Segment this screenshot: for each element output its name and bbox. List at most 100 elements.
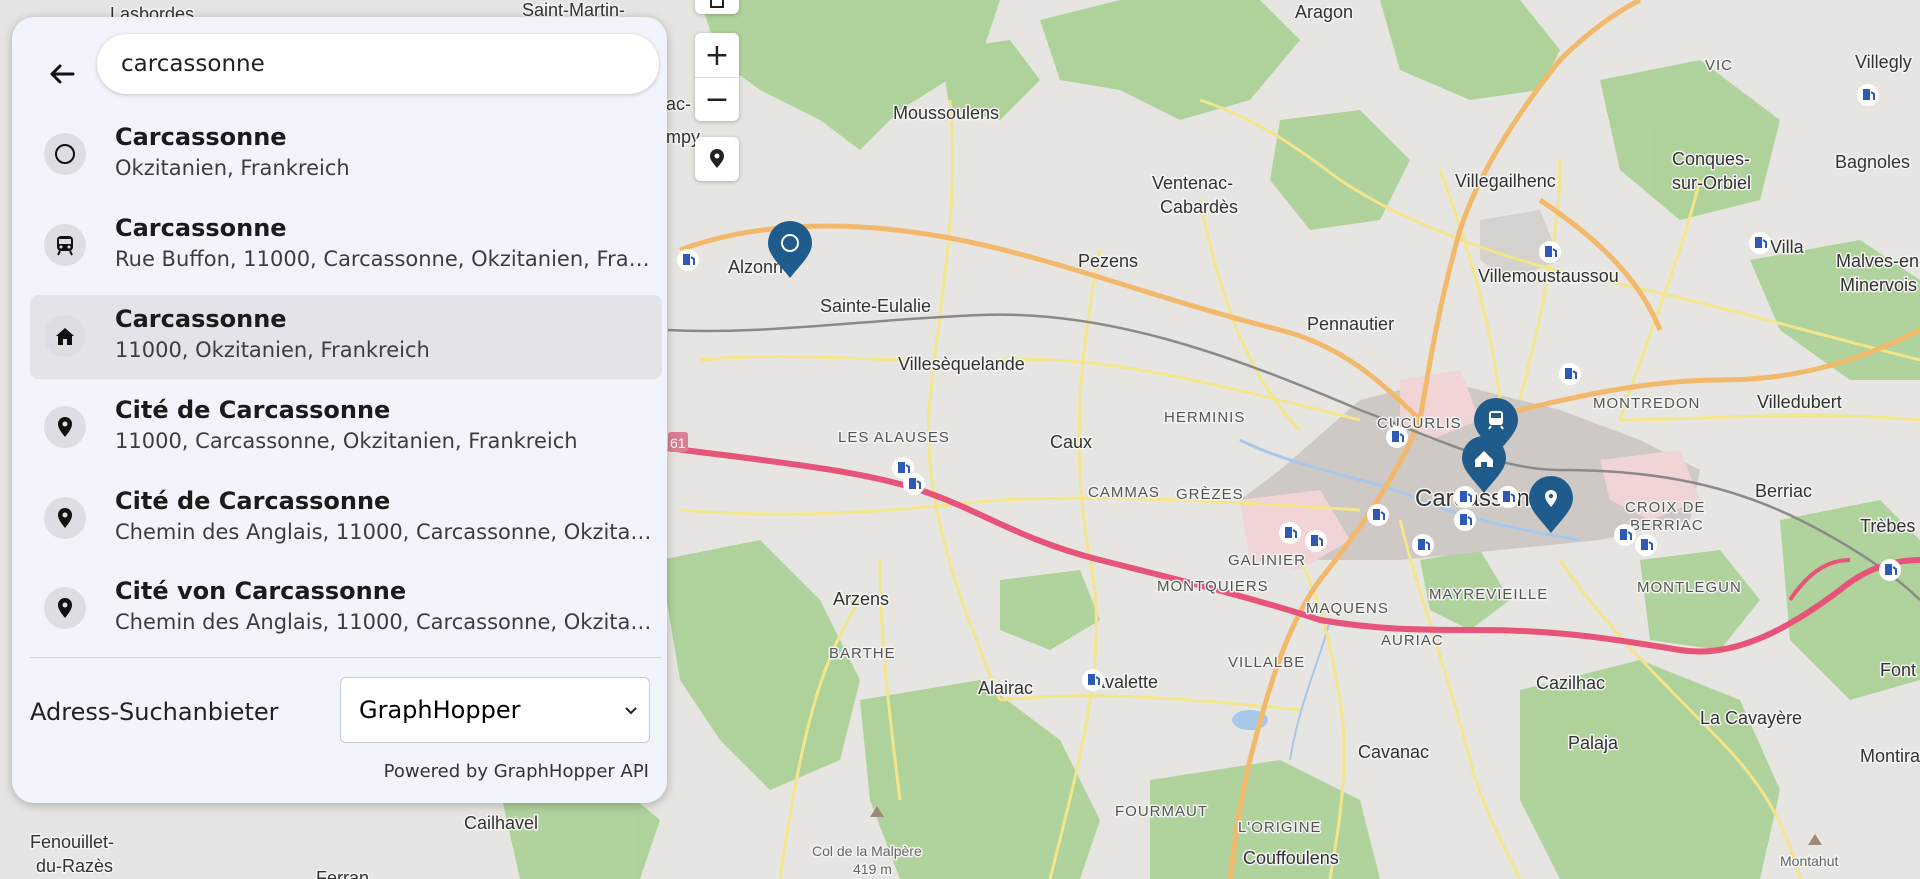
result-subtitle: Rue Buffon, 11000, Carcassonne, Okzitani…: [115, 247, 655, 271]
label-pezens: Pezens: [1078, 251, 1138, 271]
label-fourmaut: FOURMAUT: [1115, 803, 1208, 820]
label-pennautier: Pennautier: [1307, 314, 1394, 334]
label-fontiers: Font: [1880, 660, 1916, 680]
label-couffoulens: Couffoulens: [1243, 848, 1339, 868]
divider: [30, 657, 662, 658]
label-montquiers: MONTQUIERS: [1157, 578, 1269, 595]
provider-select[interactable]: GraphHopper: [340, 677, 650, 743]
label-galinier: GALINIER: [1228, 552, 1306, 569]
label-barthe: BARTHE: [829, 645, 896, 662]
label-auriac: AURIAC: [1381, 632, 1444, 649]
result-icon: [44, 224, 86, 266]
label-villegly: Villegly: [1855, 52, 1912, 72]
label-ventenac: Ventenac-: [1152, 173, 1233, 193]
label-vic: VIC: [1705, 57, 1733, 74]
label-villesequelande: Villesèquelande: [898, 354, 1025, 374]
label-berriac: Berriac: [1755, 481, 1812, 501]
zoom-in-button[interactable]: +: [695, 33, 739, 77]
label-trebes: Trèbes: [1860, 516, 1915, 536]
label-grezes: GRÈZES: [1176, 486, 1244, 503]
pin-icon: [58, 508, 72, 528]
powered-by-text: Powered by GraphHopper API: [383, 761, 649, 782]
label-villalbe: VILLALBE: [1228, 654, 1305, 671]
train-icon: [57, 236, 73, 256]
label-les-alauses: LES ALAUSES: [838, 429, 950, 446]
label-cabardes: Cabardès: [1160, 197, 1238, 217]
label-cammas: CAMMAS: [1088, 484, 1160, 501]
label-sur-orbiel: sur-Orbiel: [1672, 173, 1751, 193]
result-subtitle: Okzitanien, Frankreich: [115, 156, 350, 180]
result-icon: [44, 133, 86, 175]
result-subtitle: 11000, Okzitanien, Frankreich: [115, 338, 430, 362]
circle-icon: [55, 144, 75, 164]
map-layers-button[interactable]: [695, 0, 739, 14]
label-fenouillet: Fenouillet-: [30, 832, 114, 852]
result-icon: [44, 497, 86, 539]
label-herminis: HERMINIS: [1164, 409, 1245, 426]
label-ac: ac-: [666, 94, 691, 114]
zoom-controls: + −: [695, 33, 739, 121]
result-title: Cité de Carcassonne: [115, 396, 391, 424]
result-title: Carcassonne: [115, 214, 287, 242]
label-col-malpere: Col de la Malpère: [812, 843, 922, 859]
result-item-2[interactable]: Carcassonne 11000, Okzitanien, Frankreic…: [30, 295, 662, 379]
label-du-razes: du-Razès: [36, 856, 113, 876]
result-icon: [44, 406, 86, 448]
chevron-down-icon: [625, 707, 637, 715]
result-item-0[interactable]: Carcassonne Okzitanien, Frankreich: [30, 113, 662, 197]
result-item-4[interactable]: Cité de Carcassonne Chemin des Anglais, …: [30, 477, 662, 561]
layers-icon: [710, 0, 724, 8]
label-montirat: Montirat: [1860, 746, 1920, 766]
label-croix: CROIX DE: [1625, 499, 1706, 516]
result-title: Carcassonne: [115, 305, 287, 333]
back-button[interactable]: [36, 48, 88, 100]
result-title: Cité von Carcassonne: [115, 577, 407, 605]
label-minervois: Minervois: [1840, 275, 1917, 295]
label-lorigine: L'ORIGINE: [1238, 819, 1322, 836]
home-icon: [56, 328, 74, 345]
label-villegailhenc: Villegailhenc: [1455, 171, 1556, 191]
result-title: Cité de Carcassonne: [115, 487, 391, 515]
search-input[interactable]: [97, 34, 659, 94]
label-mayrevieille: MAYREVIEILLE: [1429, 586, 1548, 603]
label-villedubert: Villedubert: [1757, 392, 1842, 412]
road-shield-label: 61: [670, 435, 686, 451]
label-sainte-eulalie: Sainte-Eulalie: [820, 296, 931, 316]
label-conques: Conques-: [1672, 149, 1750, 169]
label-aragon: Aragon: [1295, 2, 1353, 22]
result-item-5[interactable]: Cité von Carcassonne Chemin des Anglais,…: [30, 567, 662, 651]
arrow-left-icon: [50, 64, 75, 84]
result-title: Carcassonne: [115, 123, 287, 151]
result-icon: [44, 587, 86, 629]
result-item-1[interactable]: Carcassonne Rue Buffon, 11000, Carcasson…: [30, 204, 662, 288]
zoom-out-button[interactable]: −: [695, 78, 739, 121]
label-cavanac: Cavanac: [1358, 742, 1429, 762]
label-malpere-alt: 419 m: [853, 861, 892, 877]
label-cailhavel: Cailhavel: [464, 813, 538, 833]
provider-label: Adress-Suchanbieter: [30, 698, 279, 726]
label-bagnoles: Bagnoles: [1835, 152, 1910, 172]
label-caux: Caux: [1050, 432, 1092, 452]
result-subtitle: Chemin des Anglais, 11000, Carcassonne, …: [115, 520, 655, 544]
label-montlegun: MONTLEGUN: [1637, 579, 1742, 596]
label-arzens: Arzens: [833, 589, 889, 609]
result-item-3[interactable]: Cité de Carcassonne 11000, Carcassonne, …: [30, 386, 662, 470]
pin-icon: [58, 417, 72, 437]
locate-button[interactable]: [695, 137, 739, 181]
pin-icon: [58, 598, 72, 618]
location-pin-icon: [710, 149, 724, 168]
label-palaja: Palaja: [1568, 733, 1619, 753]
label-ferran: Ferran: [316, 868, 369, 879]
result-subtitle: Chemin des Anglais, 11000, Carcassonne, …: [115, 610, 655, 634]
search-panel: Carcassonne Okzitanien, Frankreich Carca…: [12, 17, 667, 803]
label-moussoulens: Moussoulens: [893, 103, 999, 123]
label-croix-berriac: BERRIAC: [1630, 517, 1704, 534]
label-cazilhac: Cazilhac: [1536, 673, 1605, 693]
label-villemoustaussou: Villemoustaussou: [1478, 266, 1619, 286]
label-alairac: Alairac: [978, 678, 1033, 698]
label-villalier: Villa: [1770, 237, 1805, 257]
label-montredon: MONTREDON: [1593, 395, 1700, 412]
result-subtitle: 11000, Carcassonne, Okzitanien, Frankrei…: [115, 429, 578, 453]
result-icon: [44, 315, 86, 357]
label-malves: Malves-en-: [1836, 251, 1920, 271]
